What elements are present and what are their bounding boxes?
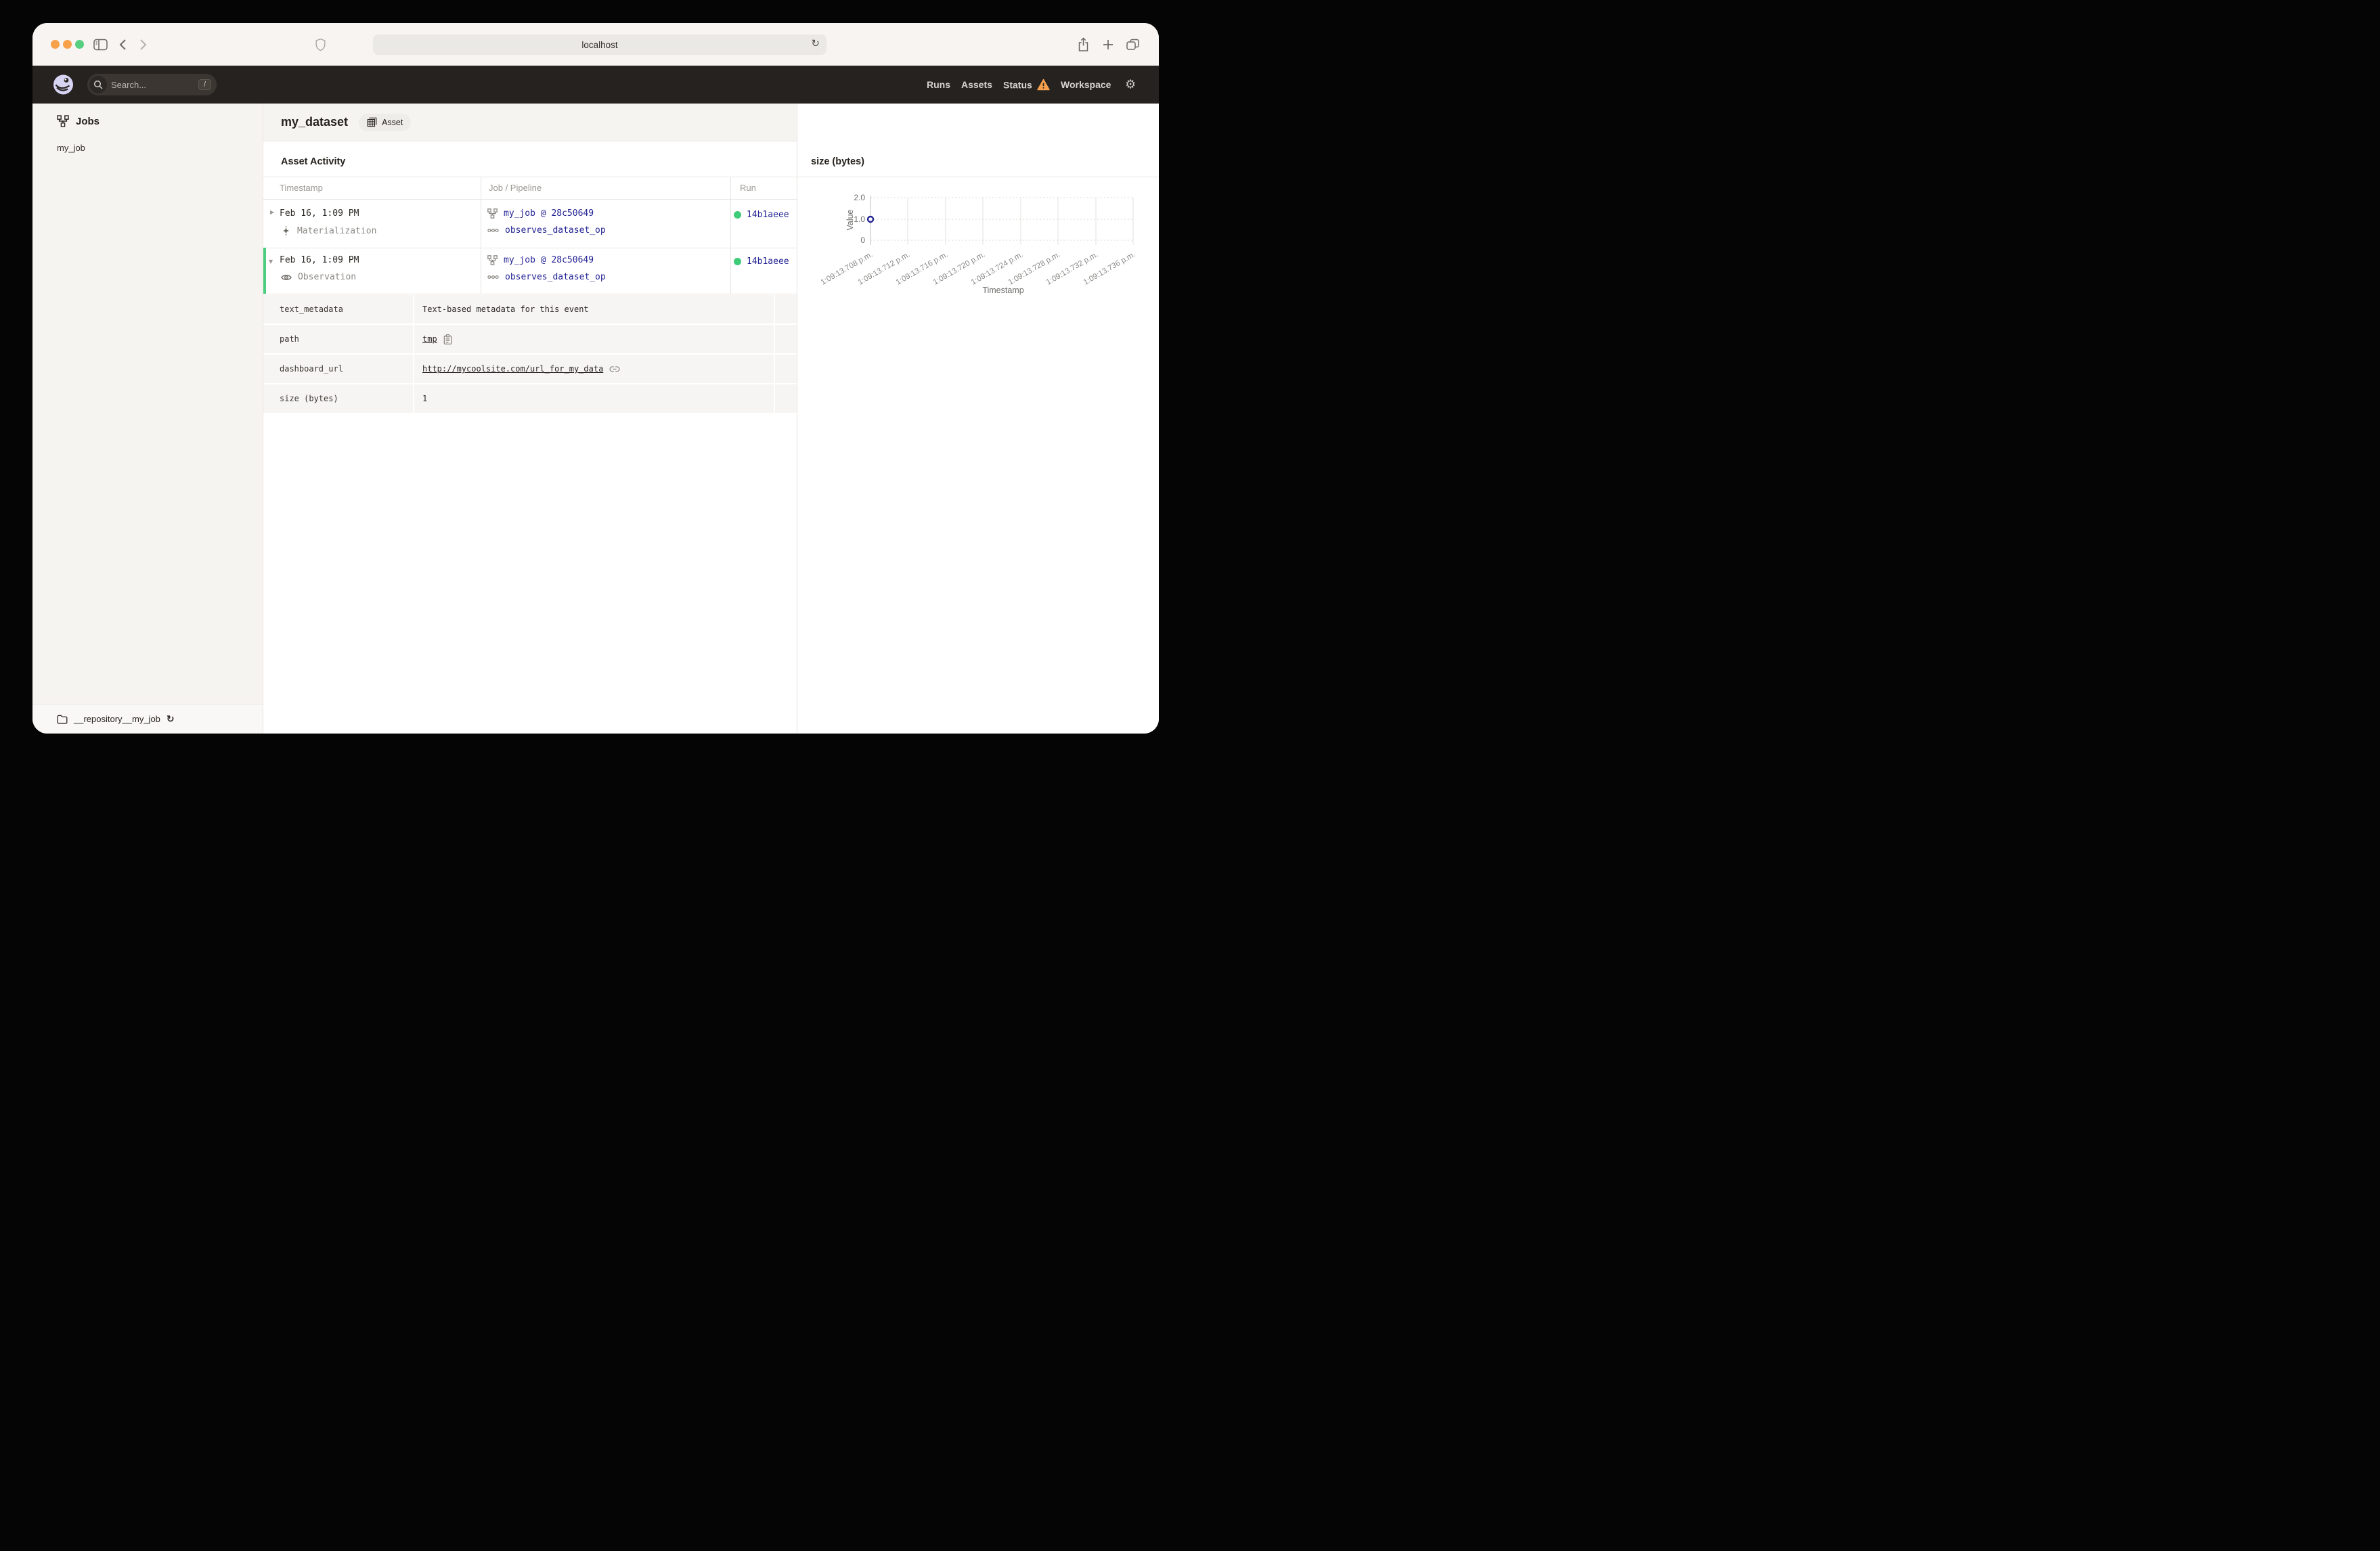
op-link[interactable]: observes_dataset_op bbox=[505, 225, 606, 235]
search-shortcut-badge: / bbox=[198, 79, 211, 90]
y-tick: 0 bbox=[860, 235, 865, 245]
divider bbox=[263, 199, 797, 200]
chart-title: size (bytes) bbox=[811, 156, 864, 167]
collapse-triangle-icon[interactable]: ▼ bbox=[269, 258, 273, 265]
nav-status[interactable]: Status bbox=[1003, 78, 1050, 91]
materialization-icon bbox=[283, 225, 289, 236]
job-icon bbox=[487, 255, 498, 265]
address-bar[interactable]: localhost ↻ bbox=[373, 35, 827, 55]
asset-badge-label: Asset bbox=[382, 117, 403, 127]
event-type: Materialization bbox=[297, 225, 377, 236]
observation-eye-icon bbox=[281, 274, 292, 280]
asset-activity-table: Timestamp Job / Pipeline Run ▶ Feb 16, 1… bbox=[263, 177, 797, 294]
metadata-value: http://mycoolsite.com/url_for_my_data bbox=[414, 355, 774, 383]
forward-button[interactable] bbox=[139, 39, 148, 51]
chart-panel: size (bytes) 2.0 1.0 0 Value Timestamp 1… bbox=[797, 104, 1159, 734]
screenshot-backdrop: localhost ↻ Search... / Runs Assets Stat… bbox=[0, 0, 1190, 776]
global-search[interactable]: / bbox=[87, 74, 217, 95]
column-header-run: Run bbox=[740, 183, 756, 193]
copy-icon[interactable] bbox=[443, 334, 452, 344]
jobs-section-title: Jobs bbox=[76, 115, 100, 127]
metadata-spacer bbox=[775, 295, 797, 323]
column-header-job: Job / Pipeline bbox=[489, 183, 542, 193]
metadata-key: path bbox=[263, 325, 413, 353]
repository-reload-icon[interactable]: ↻ bbox=[167, 714, 175, 725]
expand-triangle-icon[interactable]: ▶ bbox=[270, 209, 274, 215]
page-title: my_dataset bbox=[281, 115, 349, 129]
dashboard-url-link[interactable]: http://mycoolsite.com/url_for_my_data bbox=[422, 364, 603, 374]
repository-name: __repository__my_job bbox=[74, 714, 160, 724]
column-header-timestamp: Timestamp bbox=[280, 183, 323, 193]
minimize-window-button[interactable] bbox=[63, 40, 72, 49]
tab-overview-icon[interactable] bbox=[1126, 39, 1139, 50]
metadata-value: Text-based metadata for this event bbox=[414, 295, 774, 323]
dagster-logo[interactable] bbox=[53, 74, 74, 95]
y-tick: 2.0 bbox=[854, 193, 865, 202]
repository-footer: __repository__my_job ↻ bbox=[32, 704, 263, 734]
y-axis-label: Value bbox=[845, 209, 855, 230]
link-icon bbox=[609, 365, 620, 372]
search-icon bbox=[89, 76, 107, 93]
event-timestamp: Feb 16, 1:09 PM bbox=[280, 255, 359, 265]
sidebar-item-my-job[interactable]: my_job bbox=[57, 143, 85, 153]
metadata-key: dashboard_url bbox=[263, 355, 413, 383]
run-status-dot bbox=[734, 211, 741, 219]
nav-workspace[interactable]: Workspace bbox=[1061, 79, 1111, 90]
settings-gear-icon[interactable]: ⚙ bbox=[1125, 78, 1136, 92]
new-tab-icon[interactable] bbox=[1103, 39, 1114, 50]
run-status-dot bbox=[734, 258, 741, 265]
run-link[interactable]: 14b1aeee bbox=[747, 256, 789, 267]
app-navbar: / Runs Assets Status Workspace ⚙ bbox=[32, 66, 1159, 104]
address-bar-url: localhost bbox=[581, 39, 618, 50]
nav-runs[interactable]: Runs bbox=[927, 79, 950, 90]
event-timestamp: Feb 16, 1:09 PM bbox=[280, 208, 359, 219]
asset-activity-title: Asset Activity bbox=[281, 156, 346, 167]
data-point bbox=[866, 215, 875, 223]
metadata-spacer bbox=[775, 384, 797, 413]
asset-badge: Asset bbox=[359, 113, 412, 131]
y-tick: 1.0 bbox=[854, 215, 865, 224]
run-link[interactable]: 14b1aeee bbox=[747, 210, 789, 220]
size-bytes-chart: 2.0 1.0 0 Value Timestamp 1:09:13.708 p.… bbox=[820, 193, 1137, 295]
nav-assets[interactable]: Assets bbox=[961, 79, 992, 90]
app-content: Jobs my_job __repository__my_job ↻ my_da… bbox=[32, 104, 1159, 734]
op-link[interactable]: observes_dataset_op bbox=[505, 272, 606, 282]
job-link[interactable]: my_job @ 28c50649 bbox=[504, 208, 594, 219]
jobs-section-header: Jobs bbox=[57, 115, 100, 127]
privacy-shield-icon[interactable] bbox=[315, 38, 326, 51]
page-reload-icon[interactable]: ↻ bbox=[811, 37, 820, 49]
browser-window: localhost ↻ Search... / Runs Assets Stat… bbox=[32, 23, 1159, 734]
path-link[interactable]: tmp bbox=[422, 334, 437, 344]
sidebar-toggle-icon[interactable] bbox=[93, 39, 108, 50]
metadata-value: 1 bbox=[414, 384, 774, 413]
asset-icon bbox=[367, 117, 377, 127]
jobs-icon bbox=[57, 115, 69, 127]
folder-icon bbox=[57, 715, 68, 724]
share-icon[interactable] bbox=[1078, 37, 1089, 51]
op-icon bbox=[487, 275, 499, 279]
selected-row-stripe bbox=[263, 248, 266, 294]
zoom-window-button[interactable] bbox=[75, 40, 84, 49]
job-icon bbox=[487, 208, 498, 219]
browser-titlebar: localhost ↻ bbox=[32, 23, 1159, 66]
close-window-button[interactable] bbox=[51, 40, 60, 49]
job-link[interactable]: my_job @ 28c50649 bbox=[504, 255, 594, 265]
back-button[interactable] bbox=[118, 39, 127, 51]
metadata-spacer bbox=[775, 355, 797, 383]
metadata-spacer bbox=[775, 325, 797, 353]
left-sidebar: Jobs my_job __repository__my_job ↻ bbox=[32, 104, 263, 734]
warning-icon bbox=[1037, 78, 1050, 91]
op-icon bbox=[487, 228, 499, 233]
metadata-key: text_metadata bbox=[263, 295, 413, 323]
metadata-key: size (bytes) bbox=[263, 384, 413, 413]
x-axis-label: Timestamp bbox=[982, 286, 1023, 295]
metadata-value: tmp bbox=[414, 325, 774, 353]
event-metadata-table: text_metadata Text-based metadata for th… bbox=[263, 295, 797, 413]
divider bbox=[730, 177, 731, 294]
event-type: Observation bbox=[298, 272, 357, 282]
search-input[interactable] bbox=[107, 79, 198, 90]
